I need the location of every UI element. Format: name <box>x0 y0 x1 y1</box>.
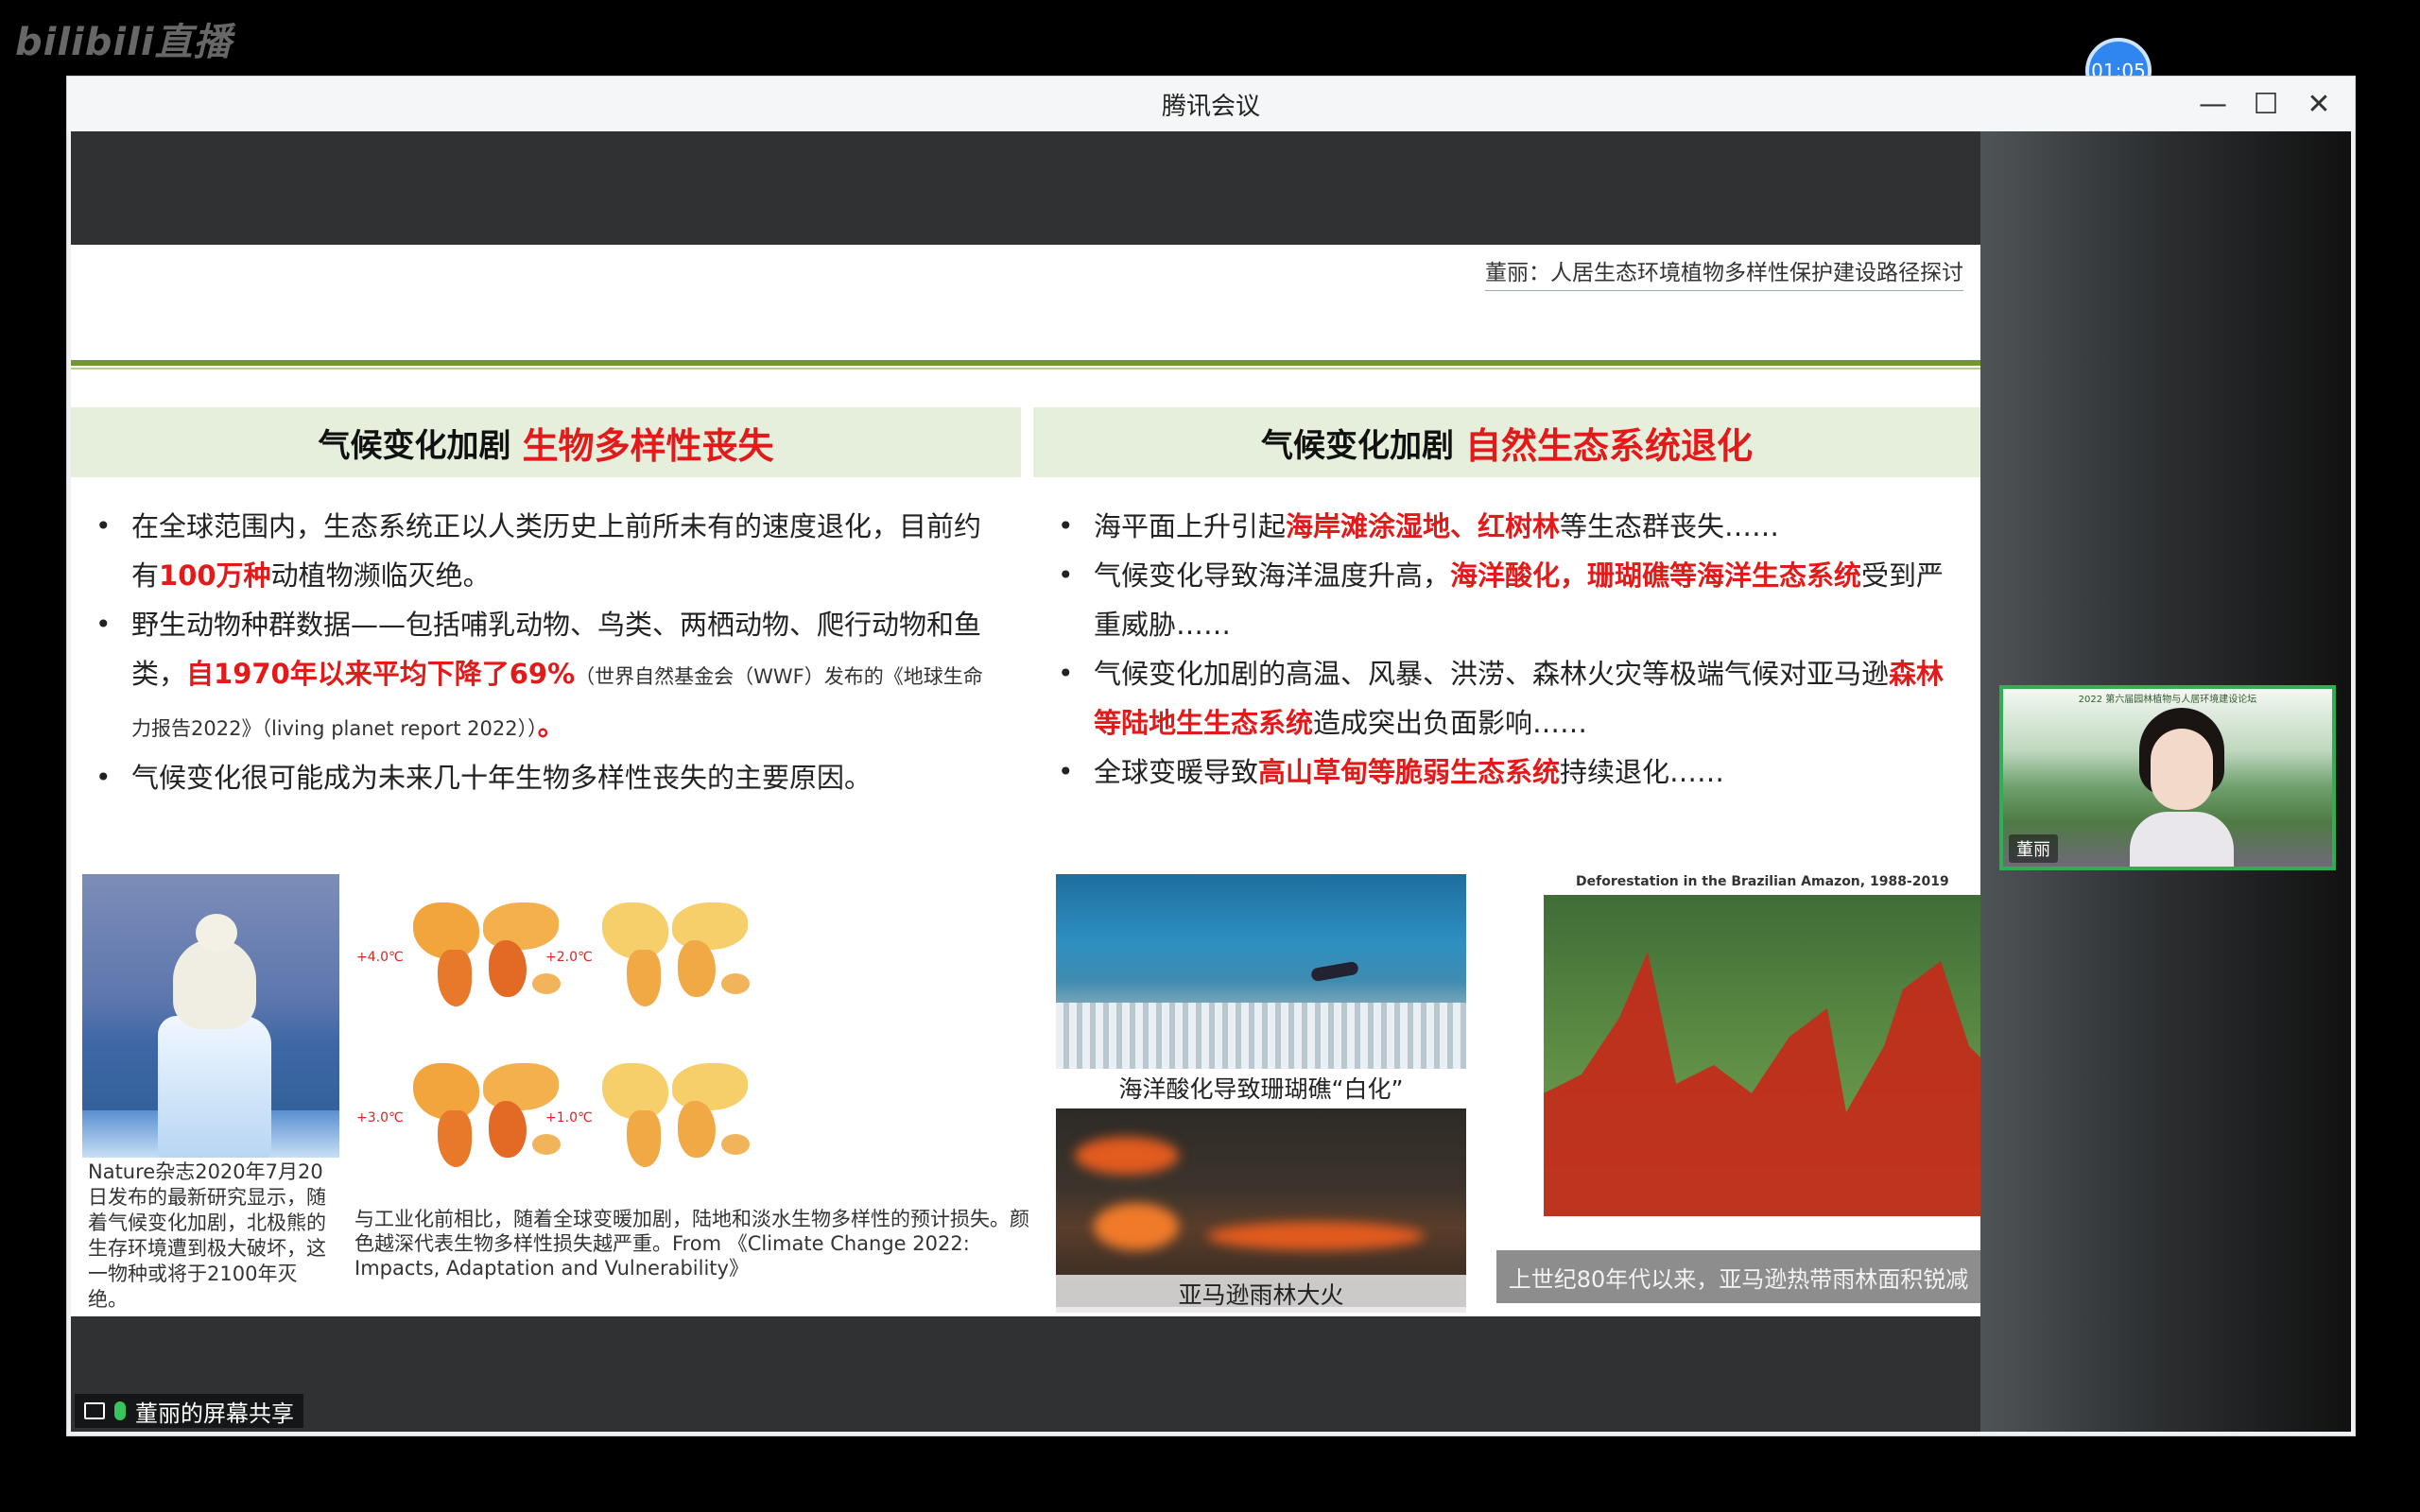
screen-share-icon <box>84 1402 105 1419</box>
maps-caption: 与工业化前相比，随着全球变暖加剧，陆地和淡水生物多样性的预计损失。颜色越深代表生… <box>354 1208 1029 1280</box>
map-2c <box>593 884 753 1016</box>
right-bullets: 海平面上升引起海岸滩涂湿地、红树林等生态群丧失…… 气候变化导致海洋温度升高，海… <box>1048 502 1965 797</box>
slide-rule-thin <box>71 368 1980 369</box>
left-bullet-3: 气候变化很可能成为未来几十年生物多样性丧失的主要原因。 <box>86 753 994 802</box>
participant-avatar <box>2130 708 2234 867</box>
screen-share-stage: 董丽：人居生态环境植物多样性保护建设路径探讨 气候变化加剧 生物多样性丧失 气候… <box>71 131 2351 1432</box>
deforestation-chart-image: Deforestation in the Brazilian Amazon, 1… <box>1496 874 1980 1316</box>
coral-caption: 海洋酸化导致珊瑚礁“白化” <box>1056 1069 1466 1107</box>
fire-caption: 亚马逊雨林大火 <box>1056 1275 1466 1313</box>
window-title: 腾讯会议 <box>1161 92 1260 121</box>
right-header-prefix: 气候变化加剧 <box>1260 426 1454 465</box>
deforestation-chart-area <box>1544 895 1980 1216</box>
left-header-highlight: 生物多样性丧失 <box>522 424 774 467</box>
biodiversity-loss-maps: +4.0℃ +2.0℃ +3.0℃ +1.0℃ <box>347 874 763 1252</box>
window-controls: — ☐ ✕ <box>2187 77 2345 131</box>
map-3c <box>404 1044 564 1177</box>
deforestation-chart-title: Deforestation in the Brazilian Amazon, 1… <box>1576 874 1949 889</box>
screen-share-label: 董丽的屏幕共享 <box>135 1400 294 1427</box>
left-header-prefix: 气候变化加剧 <box>318 426 511 465</box>
map-4c <box>404 884 564 1016</box>
screen-share-label-bar: 董丽的屏幕共享 <box>75 1394 303 1428</box>
shared-slide: 董丽：人居生态环境植物多样性保护建设路径探讨 气候变化加剧 生物多样性丧失 气候… <box>71 245 1980 1316</box>
left-bullet-1: 在全球范围内，生态系统正以人类历史上前所未有的速度退化，目前约有100万种动植物… <box>86 502 994 600</box>
map-label-2c: +2.0℃ <box>545 950 593 965</box>
right-bullet-3: 气候变化加剧的高温、风暴、洪涝、森林火灾等极端气候对亚马逊森林等陆地生生态系统造… <box>1048 649 1965 747</box>
deforestation-caption: 上世纪80年代以来，亚马逊热带雨林面积锐减 <box>1496 1250 1980 1303</box>
map-label-3c: +3.0℃ <box>356 1110 404 1125</box>
coral-reef-photo <box>1056 874 1466 1069</box>
close-icon[interactable]: ✕ <box>2292 77 2345 131</box>
title-bar: 腾讯会议 — ☐ ✕ <box>67 77 2355 131</box>
minimize-icon[interactable]: — <box>2187 77 2239 131</box>
right-bullet-2: 气候变化导致海洋温度升高，海洋酸化，珊瑚礁等海洋生态系统受到严重威胁…… <box>1048 551 1965 649</box>
map-label-4c: +4.0℃ <box>356 950 404 965</box>
maximize-icon[interactable]: ☐ <box>2239 77 2292 131</box>
bilibili-watermark: bilibili直播 <box>15 21 233 64</box>
left-column-header: 气候变化加剧 生物多样性丧失 <box>71 407 1021 477</box>
tencent-meeting-window: 腾讯会议 — ☐ ✕ 董丽：人居生态环境植物多样性保护建设路径探讨 气候变化加剧… <box>66 76 2356 1436</box>
right-bullet-4: 全球变暖导致高山草甸等脆弱生态系统持续退化…… <box>1048 747 1965 797</box>
participant-video-tile[interactable]: 2022 第六届园林植物与人居环境建设论坛 董丽 <box>1999 685 2336 870</box>
right-bullet-1: 海平面上升引起海岸滩涂湿地、红树林等生态群丧失…… <box>1048 502 1965 551</box>
deforestation-red-area <box>1544 952 1980 1216</box>
map-1c <box>593 1044 753 1177</box>
deforestation-axis <box>1496 895 1542 1216</box>
polar-bear-photo <box>82 874 339 1158</box>
slide-rule <box>71 360 1980 366</box>
slide-source: 董丽：人居生态环境植物多样性保护建设路径探讨 <box>1485 254 1963 291</box>
polar-bear-caption: Nature杂志2020年7月20日发布的最新研究显示，随着气候变化加剧，北极熊… <box>88 1160 326 1311</box>
video-banner: 2022 第六届园林植物与人居环境建设论坛 <box>2078 695 2257 705</box>
right-column-header: 气候变化加剧 自然生态系统退化 <box>1033 407 1980 477</box>
participant-name: 董丽 <box>2009 834 2058 863</box>
right-header-highlight: 自然生态系统退化 <box>1464 424 1753 467</box>
left-bullet-2: 野生动物种群数据——包括哺乳动物、鸟类、两栖动物、爬行动物和鱼类，自1970年以… <box>86 600 994 753</box>
microphone-icon <box>114 1401 126 1420</box>
map-label-1c: +1.0℃ <box>545 1110 593 1125</box>
left-bullets: 在全球范围内，生态系统正以人类历史上前所未有的速度退化，目前约有100万种动植物… <box>86 502 994 802</box>
